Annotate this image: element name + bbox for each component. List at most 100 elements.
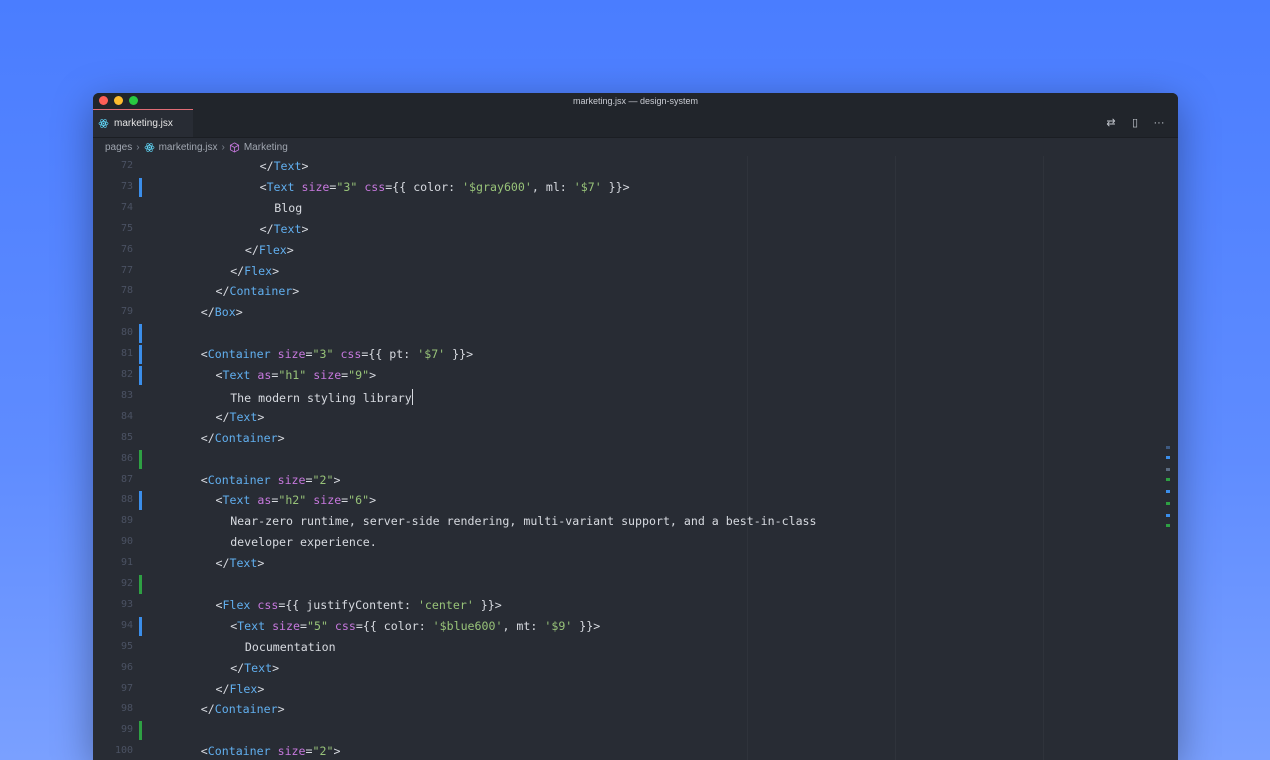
code-line[interactable]: <Text size="3" css={{ color: '$gray600',… — [260, 180, 630, 194]
modified-line-marker[interactable] — [139, 491, 142, 511]
line-number: 88 — [120, 494, 133, 506]
code-token: > — [277, 702, 285, 717]
line-number: 79 — [120, 306, 133, 318]
code-token: Text — [222, 493, 251, 508]
code-line[interactable]: </Container> — [201, 431, 285, 445]
code-token: Flex — [229, 681, 258, 696]
line-number: 80 — [120, 327, 133, 339]
breadcrumb-symbol[interactable]: Marketing — [244, 142, 288, 153]
added-line-marker[interactable] — [139, 575, 142, 594]
code-token: Container — [214, 702, 278, 717]
code-line[interactable]: <Container size="2"> — [201, 744, 341, 758]
code-token: Documentation — [244, 639, 336, 654]
code-line[interactable]: <Text as="h1" size="9"> — [216, 368, 377, 382]
modified-line-marker[interactable] — [139, 366, 142, 385]
modified-line-marker[interactable] — [139, 616, 142, 636]
tab-label: marketing.jsx — [114, 118, 173, 129]
code-line[interactable]: <Text as="h2" size="6"> — [216, 493, 377, 507]
code-line[interactable]: </Flex> — [230, 264, 279, 278]
column-guide — [747, 156, 748, 760]
code-token: </ — [259, 221, 274, 236]
code-token: = — [305, 472, 313, 487]
editor-window: marketing.jsx — design-system marketing.… — [93, 93, 1178, 760]
code-line[interactable]: </Text> — [230, 661, 279, 675]
code-line[interactable]: Documentation — [245, 640, 336, 654]
minimap-mark — [1166, 468, 1170, 471]
code-line[interactable]: </Flex> — [216, 682, 265, 696]
code-token: '$gray600' — [462, 179, 532, 194]
modified-line-marker[interactable] — [139, 345, 142, 365]
code-token: Text — [229, 409, 258, 424]
modified-line-marker[interactable] — [139, 324, 142, 344]
compare-changes-button[interactable]: ⇄ — [1104, 116, 1118, 130]
code-line[interactable]: Near-zero runtime, server-side rendering… — [230, 514, 816, 528]
line-number: 87 — [120, 473, 133, 485]
code-line[interactable]: </Text> — [216, 410, 265, 424]
split-icon: ▯ — [1131, 117, 1139, 129]
code-line[interactable]: </Box> — [201, 305, 243, 319]
code-token: </ — [244, 242, 259, 257]
code-editor[interactable]: 72 </Text> 73 <Text size="3" css={{ color: … — [93, 156, 1178, 760]
added-line-marker[interactable] — [139, 449, 142, 469]
window-title: marketing.jsx — design-system — [572, 96, 699, 106]
code-line[interactable]: <Container size="2"> — [201, 473, 341, 487]
minimap-mark — [1166, 502, 1170, 505]
code-token: size — [272, 618, 300, 633]
code-line[interactable]: <Container size="3" css={{ pt: '$7' }}> — [201, 347, 473, 361]
code-token: > — [333, 472, 341, 487]
code-token: </ — [200, 430, 215, 445]
code-line[interactable]: The modern styling library — [230, 388, 413, 405]
more-actions-button[interactable]: ··· — [1152, 116, 1166, 130]
added-line-marker[interactable] — [139, 721, 142, 741]
maximize-window-button[interactable] — [129, 96, 138, 105]
line-number: 92 — [120, 578, 133, 589]
code-token: as — [257, 493, 272, 508]
minimize-window-button[interactable] — [114, 96, 123, 105]
line-number: 74 — [120, 201, 133, 213]
code-line[interactable]: </Text> — [260, 159, 309, 173]
chevron-right-icon: › — [136, 141, 140, 153]
code-line[interactable]: </Container> — [201, 702, 285, 716]
code-token: }}> — [601, 179, 630, 194]
symbol-cube-icon — [229, 141, 239, 153]
code-token: css — [257, 597, 279, 612]
code-token: > — [257, 681, 265, 696]
line-number: 97 — [120, 682, 133, 694]
code-token: 'center' — [417, 597, 474, 612]
code-line[interactable]: </Text> — [260, 222, 309, 236]
code-token: </ — [230, 660, 245, 675]
code-line[interactable]: developer experience. — [230, 535, 377, 549]
code-token: '$7' — [573, 179, 602, 194]
code-token: > — [301, 159, 309, 173]
minimap-mark — [1166, 446, 1170, 449]
code-token: Container — [207, 472, 271, 487]
code-token: Box — [214, 305, 236, 320]
minimap-mark — [1166, 514, 1170, 517]
code-line[interactable]: <Text size="5" css={{ color: '$blue600',… — [230, 619, 600, 633]
code-token: }}> — [572, 618, 601, 633]
code-token: > — [277, 430, 285, 445]
modified-line-marker[interactable] — [139, 177, 142, 197]
code-line[interactable]: Blog — [274, 201, 302, 215]
code-line[interactable]: <Flex css={{ justifyContent: 'center' }}… — [216, 598, 502, 612]
line-number: 96 — [120, 661, 133, 673]
code-line[interactable]: </Container> — [216, 284, 300, 298]
breadcrumb-file[interactable]: marketing.jsx — [159, 142, 218, 153]
code-token: </ — [215, 284, 230, 299]
split-editor-button[interactable]: ▯ — [1128, 116, 1142, 130]
breadcrumb-folder[interactable]: pages — [105, 142, 132, 153]
code-token: Text — [266, 179, 295, 194]
code-token: = — [305, 347, 313, 362]
line-number: 100 — [114, 745, 133, 757]
tab-marketing-jsx[interactable]: marketing.jsx — [93, 109, 193, 137]
code-token: css — [364, 179, 386, 194]
line-number: 95 — [120, 640, 133, 652]
code-line[interactable]: </Text> — [216, 556, 265, 570]
line-number: 84 — [120, 410, 133, 422]
close-window-button[interactable] — [99, 96, 108, 105]
code-token: Flex — [258, 242, 287, 257]
code-token: </ — [200, 702, 215, 717]
line-number: 98 — [120, 703, 133, 715]
code-line[interactable]: </Flex> — [245, 243, 294, 257]
column-guide — [895, 156, 896, 760]
